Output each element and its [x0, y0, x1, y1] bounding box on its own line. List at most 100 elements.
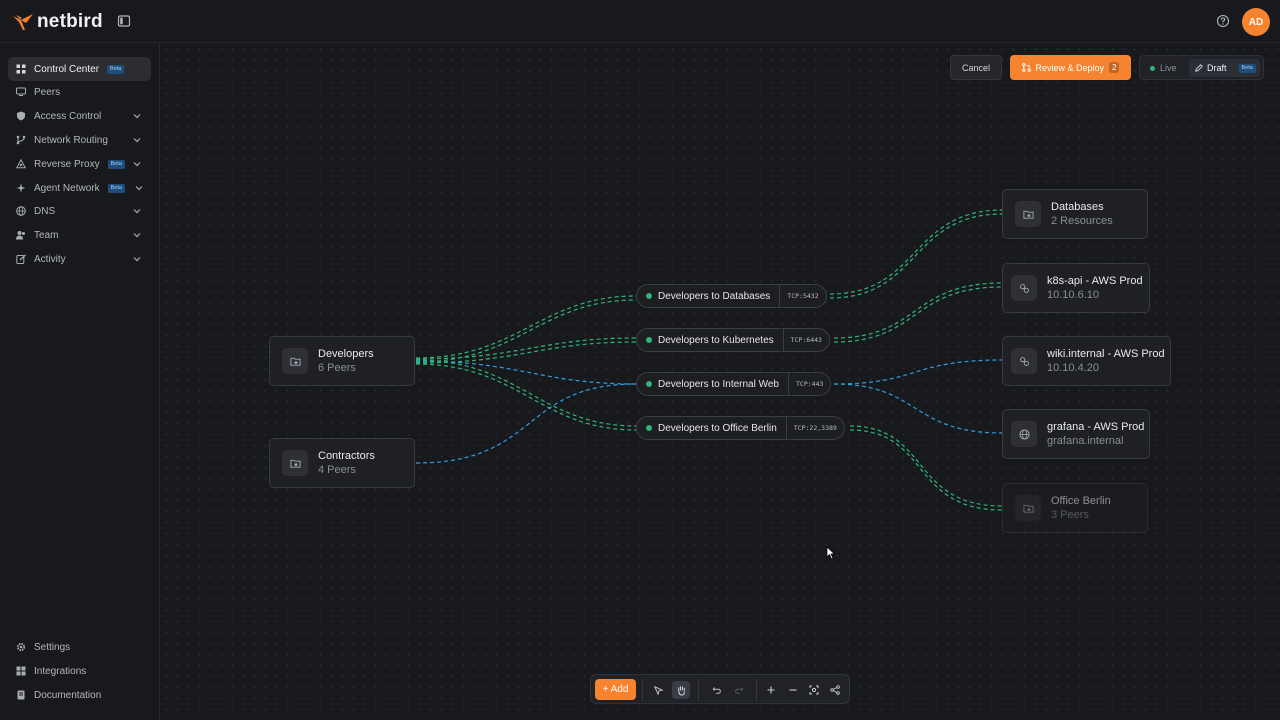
- cancel-button[interactable]: Cancel: [950, 55, 1002, 80]
- policy-label: Developers to Kubernetes: [658, 334, 774, 346]
- user-avatar[interactable]: AD: [1242, 8, 1270, 36]
- sidebar-item-access-control[interactable]: Access Control: [8, 104, 151, 128]
- branch-icon: [16, 135, 26, 145]
- sidebar-item-agent-network[interactable]: Agent Network Beta: [8, 176, 151, 200]
- beta-badge: Beta: [107, 64, 125, 74]
- node-subtitle: 2 Resources: [1051, 215, 1113, 227]
- policy-developers-to-databases[interactable]: Developers to Databases TCP:5432: [636, 284, 827, 308]
- mode-draft-option[interactable]: Draft Beta: [1189, 59, 1260, 77]
- auto-layout-icon[interactable]: [826, 681, 844, 699]
- activity-icon: [16, 254, 26, 264]
- mode-live-option[interactable]: Live: [1150, 63, 1177, 73]
- review-deploy-button[interactable]: Review & Deploy 2: [1010, 55, 1131, 80]
- folder-icon: [282, 450, 308, 476]
- undo-icon[interactable]: [708, 681, 726, 699]
- gear-icon: [16, 642, 26, 652]
- node-subtitle: 3 Peers: [1051, 509, 1089, 521]
- sidebar-item-label: Network Routing: [34, 134, 108, 146]
- globe-icon: [1011, 421, 1037, 447]
- policy-port: TCP:5432: [779, 285, 825, 307]
- mode-draft-label: Draft: [1207, 63, 1227, 73]
- chevron-down-icon: [133, 114, 141, 119]
- sidebar-item-reverse-proxy[interactable]: Reverse Proxy Beta: [8, 152, 151, 176]
- sidebar-item-label: Access Control: [34, 110, 102, 122]
- select-pointer-icon[interactable]: [649, 681, 667, 699]
- chevron-down-icon: [135, 186, 143, 191]
- source-node-developers[interactable]: Developers 6 Peers: [269, 336, 415, 386]
- policy-developers-to-internal-web[interactable]: Developers to Internal Web TCP:443: [636, 372, 832, 396]
- review-deploy-label: Review & Deploy: [1035, 62, 1105, 73]
- sidebar-item-label: Peers: [34, 86, 61, 98]
- toolbar-divider: [698, 679, 699, 701]
- sidebar-item-peers[interactable]: Peers: [8, 80, 151, 104]
- policy-developers-to-office-berlin[interactable]: Developers to Office Berlin TCP:22,3389: [636, 416, 845, 440]
- book-icon: [16, 690, 26, 700]
- beta-badge: Beta: [107, 183, 125, 193]
- sidebar-item-settings[interactable]: Settings: [8, 635, 151, 659]
- node-title: Databases: [1051, 201, 1104, 213]
- node-subtitle: 6 Peers: [318, 362, 356, 374]
- live-status-dot: [1150, 65, 1155, 71]
- sparkle-icon: [16, 183, 26, 193]
- sidebar-item-label: Settings: [34, 641, 71, 653]
- folder-icon: [1015, 495, 1041, 521]
- logo[interactable]: netbird: [12, 11, 103, 33]
- zoom-in-icon[interactable]: [762, 681, 780, 699]
- git-pull-request-icon: [1021, 63, 1031, 72]
- policy-status-dot: [646, 293, 652, 299]
- sidebar-item-integrations[interactable]: Integrations: [8, 659, 151, 683]
- sidebar-item-label: Agent Network: [34, 182, 100, 194]
- sidebar-item-label: Team: [34, 229, 59, 241]
- destination-node-grafana[interactable]: grafana - AWS Prod grafana.internal: [1002, 409, 1150, 459]
- beta-badge: Beta: [107, 159, 125, 169]
- policy-status-dot: [646, 425, 652, 431]
- destination-node-office-berlin[interactable]: Office Berlin 3 Peers: [1002, 483, 1148, 533]
- policy-status-dot: [646, 337, 652, 343]
- help-icon[interactable]: [1216, 14, 1230, 28]
- toolbar-divider: [642, 679, 643, 701]
- toolbar-divider: [756, 679, 757, 701]
- chevron-down-icon: [133, 233, 141, 238]
- sidebar-item-label: DNS: [34, 205, 56, 217]
- globe-icon: [16, 206, 26, 216]
- node-title: Office Berlin: [1051, 495, 1111, 507]
- sidebar-item-dns[interactable]: DNS: [8, 199, 151, 223]
- destination-node-databases[interactable]: Databases 2 Resources: [1002, 189, 1148, 239]
- hand-pan-icon[interactable]: [672, 681, 690, 699]
- mode-live-label: Live: [1160, 63, 1177, 73]
- netbird-logo-icon: [13, 14, 33, 30]
- sidebar-item-activity[interactable]: Activity: [8, 247, 151, 271]
- chevron-down-icon: [133, 138, 141, 143]
- sidebar-item-label: Activity: [34, 253, 66, 265]
- sidebar-toggle-icon[interactable]: [117, 14, 131, 28]
- sidebar-item-label: Control Center: [34, 63, 100, 75]
- policy-status-dot: [646, 381, 652, 387]
- zoom-out-icon[interactable]: [784, 681, 802, 699]
- node-subtitle: 4 Peers: [318, 464, 356, 476]
- redo-icon[interactable]: [730, 681, 748, 699]
- grid-icon: [16, 64, 26, 74]
- sidebar-item-documentation[interactable]: Documentation: [8, 683, 151, 707]
- add-button[interactable]: + Add: [595, 679, 636, 700]
- sidebar-item-control-center[interactable]: Control Center Beta: [8, 57, 151, 81]
- policy-developers-to-kubernetes[interactable]: Developers to Kubernetes TCP:6443: [636, 328, 830, 352]
- destination-node-k8s-api[interactable]: k8s-api - AWS Prod 10.10.6.10: [1002, 263, 1150, 313]
- node-title: Contractors: [318, 450, 375, 462]
- mode-toggle[interactable]: Live Draft Beta: [1139, 55, 1264, 80]
- top-bar: netbird AD: [0, 0, 1280, 43]
- source-node-contractors[interactable]: Contractors 4 Peers: [269, 438, 415, 488]
- node-title: k8s-api - AWS Prod: [1047, 275, 1143, 287]
- sidebar-item-label: Documentation: [34, 689, 102, 701]
- sidebar-item-network-routing[interactable]: Network Routing: [8, 128, 151, 152]
- destination-node-wiki-internal[interactable]: wiki.internal - AWS Prod 10.10.4.20: [1002, 336, 1171, 386]
- policy-label: Developers to Internal Web: [658, 378, 779, 390]
- node-title: Developers: [318, 348, 374, 360]
- policy-label: Developers to Databases: [658, 290, 771, 302]
- mouse-cursor-icon: [826, 546, 836, 560]
- fit-view-icon[interactable]: [805, 681, 823, 699]
- monitor-icon: [16, 87, 26, 97]
- node-subtitle: grafana.internal: [1047, 435, 1124, 447]
- deploy-count-badge: 2: [1109, 62, 1120, 73]
- policy-port: TCP:6443: [782, 329, 829, 351]
- sidebar-item-team[interactable]: Team: [8, 223, 151, 247]
